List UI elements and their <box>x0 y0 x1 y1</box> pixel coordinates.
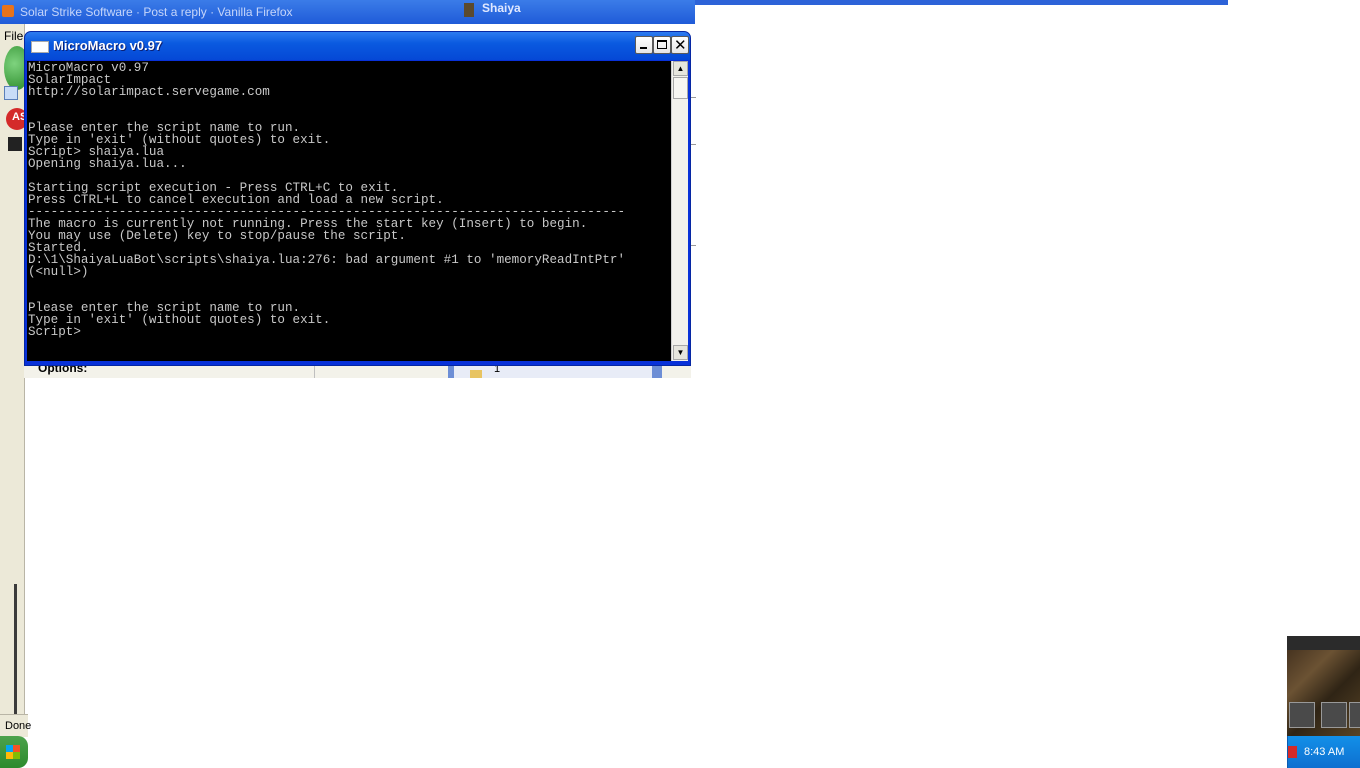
console-line: Script> <box>28 325 81 339</box>
scroll-down-arrow-icon[interactable]: ▼ <box>673 345 688 360</box>
scroll-thumb[interactable] <box>673 77 688 99</box>
firefox-icon <box>2 5 14 17</box>
minimize-button[interactable] <box>635 36 653 54</box>
browser-statusbar: Done <box>0 714 32 737</box>
game-window-fragment <box>1287 636 1360 736</box>
vertical-scrollbar[interactable]: ▲ ▼ <box>671 61 688 361</box>
background-divider <box>14 584 17 714</box>
console-line: D:\1\ShaiyaLuaBot\scripts\shaiya.lua:276… <box>28 253 626 267</box>
background-window-strip <box>695 0 1228 5</box>
browser-side-fragment: File AS <box>0 24 30 714</box>
console-icon[interactable] <box>31 41 49 53</box>
console-line: http://solarimpact.servegame.com <box>28 85 270 99</box>
search-icon[interactable] <box>4 86 18 100</box>
console-line: You may use (Delete) key to stop/pause t… <box>28 229 406 243</box>
folder-label: 1 <box>494 366 501 375</box>
game-book-icon[interactable] <box>1289 702 1315 728</box>
file-menu[interactable]: File <box>4 29 23 43</box>
close-icon: ✕ <box>674 36 687 54</box>
close-button[interactable]: ✕ <box>671 36 689 54</box>
game-icon <box>464 3 474 17</box>
options-label: Options: <box>38 366 88 375</box>
window-titlebar[interactable]: MicroMacro v0.97 ✕ <box>25 32 690 60</box>
scroll-up-arrow-icon[interactable]: ▲ <box>673 61 688 76</box>
tray-app-icon[interactable] <box>1288 746 1297 758</box>
background-form-row: Options: 1 <box>24 366 691 378</box>
minimize-icon <box>640 47 647 49</box>
column-divider <box>314 366 315 378</box>
console-line: MicroMacro v0.97 <box>28 61 149 75</box>
browser-titlebar[interactable]: Solar Strike Software · Post a reply · V… <box>0 0 458 24</box>
folder-panel: 1 <box>448 366 662 378</box>
console-line: Opening shaiya.lua... <box>28 157 187 171</box>
browser-title: Solar Strike Software · Post a reply · V… <box>20 5 293 19</box>
game-titlebar[interactable]: Shaiya <box>458 0 695 24</box>
console-line: (<null>) <box>28 265 89 279</box>
start-button[interactable] <box>0 736 28 768</box>
game-slot-icon[interactable] <box>1349 702 1360 728</box>
game-title: Shaiya <box>482 1 521 15</box>
system-tray: 8:43 AM <box>1287 736 1360 768</box>
micromacro-window: MicroMacro v0.97 ✕ MicroMacro v0.97 Solar… <box>24 31 691 366</box>
game-skill-icon[interactable] <box>1321 702 1347 728</box>
status-text: Done <box>5 720 32 732</box>
folder-icon[interactable] <box>470 370 482 378</box>
window-title: MicroMacro v0.97 <box>53 38 163 53</box>
maximize-icon <box>657 40 667 49</box>
console-line: Type in 'exit' (without quotes) to exit. <box>28 313 331 327</box>
clock[interactable]: 8:43 AM <box>1304 746 1344 758</box>
cursor-icon <box>8 137 22 151</box>
console-output[interactable]: MicroMacro v0.97 SolarImpact http://solari… <box>27 61 671 361</box>
windows-flag-icon <box>6 745 20 759</box>
maximize-button[interactable] <box>653 36 671 54</box>
